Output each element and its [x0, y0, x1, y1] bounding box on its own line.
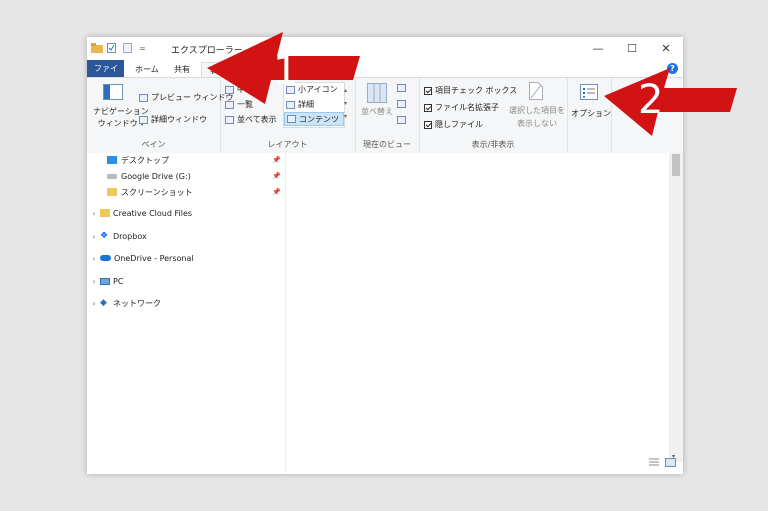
content-icon: [287, 115, 296, 123]
options-icon: [580, 84, 598, 102]
nav-item-label: スクリーンショット: [121, 187, 193, 197]
maximize-button[interactable]: ☐: [617, 40, 647, 56]
quick-access-toolbar: =: [91, 43, 146, 53]
arrow-2-number: 2: [638, 77, 663, 123]
group-pane-label: ペイン: [141, 140, 166, 149]
add-columns-icon[interactable]: [397, 100, 406, 110]
properties-icon[interactable]: [107, 43, 117, 53]
pin-icon[interactable]: 📌: [272, 156, 281, 164]
scrollbar-thumb[interactable]: [672, 154, 680, 176]
nav-item-network[interactable]: › ◆ ネットワーク: [90, 295, 161, 311]
onedrive-cloud-icon: [100, 255, 111, 261]
annotation-arrow-1: 1: [207, 32, 360, 104]
hidden-items-toggle[interactable]: 隠しファイル: [424, 119, 483, 130]
navigation-pane-label-2: ウィンドウ ▾: [97, 119, 145, 128]
close-button[interactable]: ✕: [651, 40, 681, 56]
tiles-icon: [225, 115, 234, 124]
item-checkboxes-toggle[interactable]: 項目チェック ボックス: [424, 85, 517, 96]
nav-item-label: デスクトップ: [121, 155, 169, 165]
annotation-arrow-2: 2: [604, 68, 737, 136]
chevron-right-icon[interactable]: ›: [90, 209, 98, 218]
hide-selected-button[interactable]: 選択した項目を 表示しない: [509, 105, 565, 129]
dropbox-icon: ❖: [100, 231, 109, 241]
explorer-window: = エクスプローラー — ☐ ✕ ファイル ホーム 共有 表示 ? ナビゲーショ…: [87, 37, 683, 474]
preview-pane-icon: [139, 93, 148, 102]
tiles-label: 並べて表示: [237, 115, 277, 124]
details-pane-icon: [139, 115, 148, 124]
new-folder-icon[interactable]: [123, 43, 133, 53]
hidden-items-checkbox[interactable]: [424, 120, 432, 129]
nav-item-screenshots[interactable]: スクリーンショット 📌: [107, 184, 285, 200]
file-extensions-checkbox[interactable]: [424, 103, 432, 112]
content-area: デスクトップ 📌 Google Drive (G:) 📌 スクリーンショット 📌…: [87, 153, 683, 474]
chevron-right-icon[interactable]: ›: [90, 232, 98, 241]
group-show-hide: 項目チェック ボックス ファイル名拡張子 隠しファイル 選択した項目を 表示しな…: [419, 78, 568, 153]
nav-item-label: OneDrive - Personal: [114, 253, 194, 263]
file-extensions-toggle[interactable]: ファイル名拡張子: [424, 102, 499, 113]
arrow-1-number: 1: [273, 48, 298, 94]
hide-selected-label-1: 選択した項目を: [509, 106, 565, 115]
file-extensions-label: ファイル名拡張子: [435, 103, 499, 112]
desktop-icon: [107, 156, 117, 164]
pin-icon[interactable]: 📌: [272, 172, 281, 180]
hidden-items-label: 隠しファイル: [435, 120, 483, 129]
drive-icon: [107, 173, 117, 179]
group-layout-label: レイアウト: [267, 140, 308, 149]
ribbon-tabs: ファイル ホーム 共有 表示 ?: [87, 60, 683, 90]
tab-home[interactable]: ホーム: [127, 62, 167, 77]
file-list-scrollbar[interactable]: ▾: [669, 153, 683, 462]
minimize-button[interactable]: —: [583, 40, 613, 56]
nav-item-label: Google Drive (G:): [121, 171, 191, 181]
customize-quick-access-button[interactable]: =: [139, 44, 146, 53]
navigation-pane-icon: [103, 84, 123, 102]
item-checkboxes-label: 項目チェック ボックス: [435, 86, 518, 95]
title-bar: = エクスプローラー — ☐ ✕: [87, 37, 683, 60]
size-columns-icon[interactable]: [397, 116, 406, 126]
creative-cloud-folder-icon: [100, 209, 110, 217]
nav-item-creative-cloud[interactable]: › Creative Cloud Files: [90, 205, 192, 221]
hide-selected-icon: [529, 82, 543, 102]
tab-file[interactable]: ファイル: [87, 60, 124, 90]
nav-item-pc[interactable]: › PC: [90, 273, 123, 289]
chevron-right-icon[interactable]: ›: [90, 277, 98, 286]
pin-icon[interactable]: 📌: [272, 188, 281, 196]
layout-content[interactable]: コンテンツ: [284, 112, 344, 126]
nav-item-desktop[interactable]: デスクトップ 📌: [107, 152, 285, 168]
group-current-view-label: 現在のビュー: [363, 140, 411, 149]
sort-by-icon: [367, 83, 387, 105]
details-pane-label: 詳細ウィンドウ: [151, 115, 207, 124]
item-checkboxes-checkbox[interactable]: [424, 86, 432, 95]
content-label: コンテンツ: [299, 114, 339, 124]
nav-item-google-drive[interactable]: Google Drive (G:) 📌: [107, 168, 285, 184]
details-pane-button[interactable]: 詳細ウィンドウ: [139, 114, 207, 125]
chevron-right-icon[interactable]: ›: [90, 254, 98, 263]
ribbon: ナビゲーション ウィンドウ ▾ プレビュー ウィンドウ 詳細ウィンドウ ペイン …: [87, 77, 683, 154]
navigation-pane: デスクトップ 📌 Google Drive (G:) 📌 スクリーンショット 📌…: [87, 153, 286, 474]
layout-tiles[interactable]: 並べて表示: [225, 114, 277, 125]
details-view-icon[interactable]: [649, 458, 659, 469]
group-show-hide-label: 表示/非表示: [471, 140, 515, 149]
group-by-icon[interactable]: [397, 84, 406, 94]
nav-item-label: PC: [113, 276, 124, 286]
large-icons-view-icon[interactable]: [665, 458, 676, 469]
network-icon: ◆: [100, 298, 107, 308]
nav-item-label: Dropbox: [113, 231, 147, 241]
group-pane: ナビゲーション ウィンドウ ▾ プレビュー ウィンドウ 詳細ウィンドウ ペイン: [87, 78, 234, 153]
pc-icon: [100, 277, 110, 285]
sort-by-button[interactable]: 並べ替え: [361, 106, 393, 117]
folder-icon: [107, 188, 117, 196]
hide-selected-label-2: 表示しない: [517, 119, 557, 128]
nav-item-dropbox[interactable]: › ❖ Dropbox: [90, 228, 147, 244]
folder-icon: [91, 43, 103, 53]
nav-item-onedrive[interactable]: › OneDrive - Personal: [90, 250, 194, 266]
chevron-right-icon[interactable]: ›: [90, 299, 98, 308]
nav-item-label: Creative Cloud Files: [113, 208, 193, 218]
nav-item-label: ネットワーク: [113, 298, 161, 308]
tab-share[interactable]: 共有: [166, 62, 198, 77]
